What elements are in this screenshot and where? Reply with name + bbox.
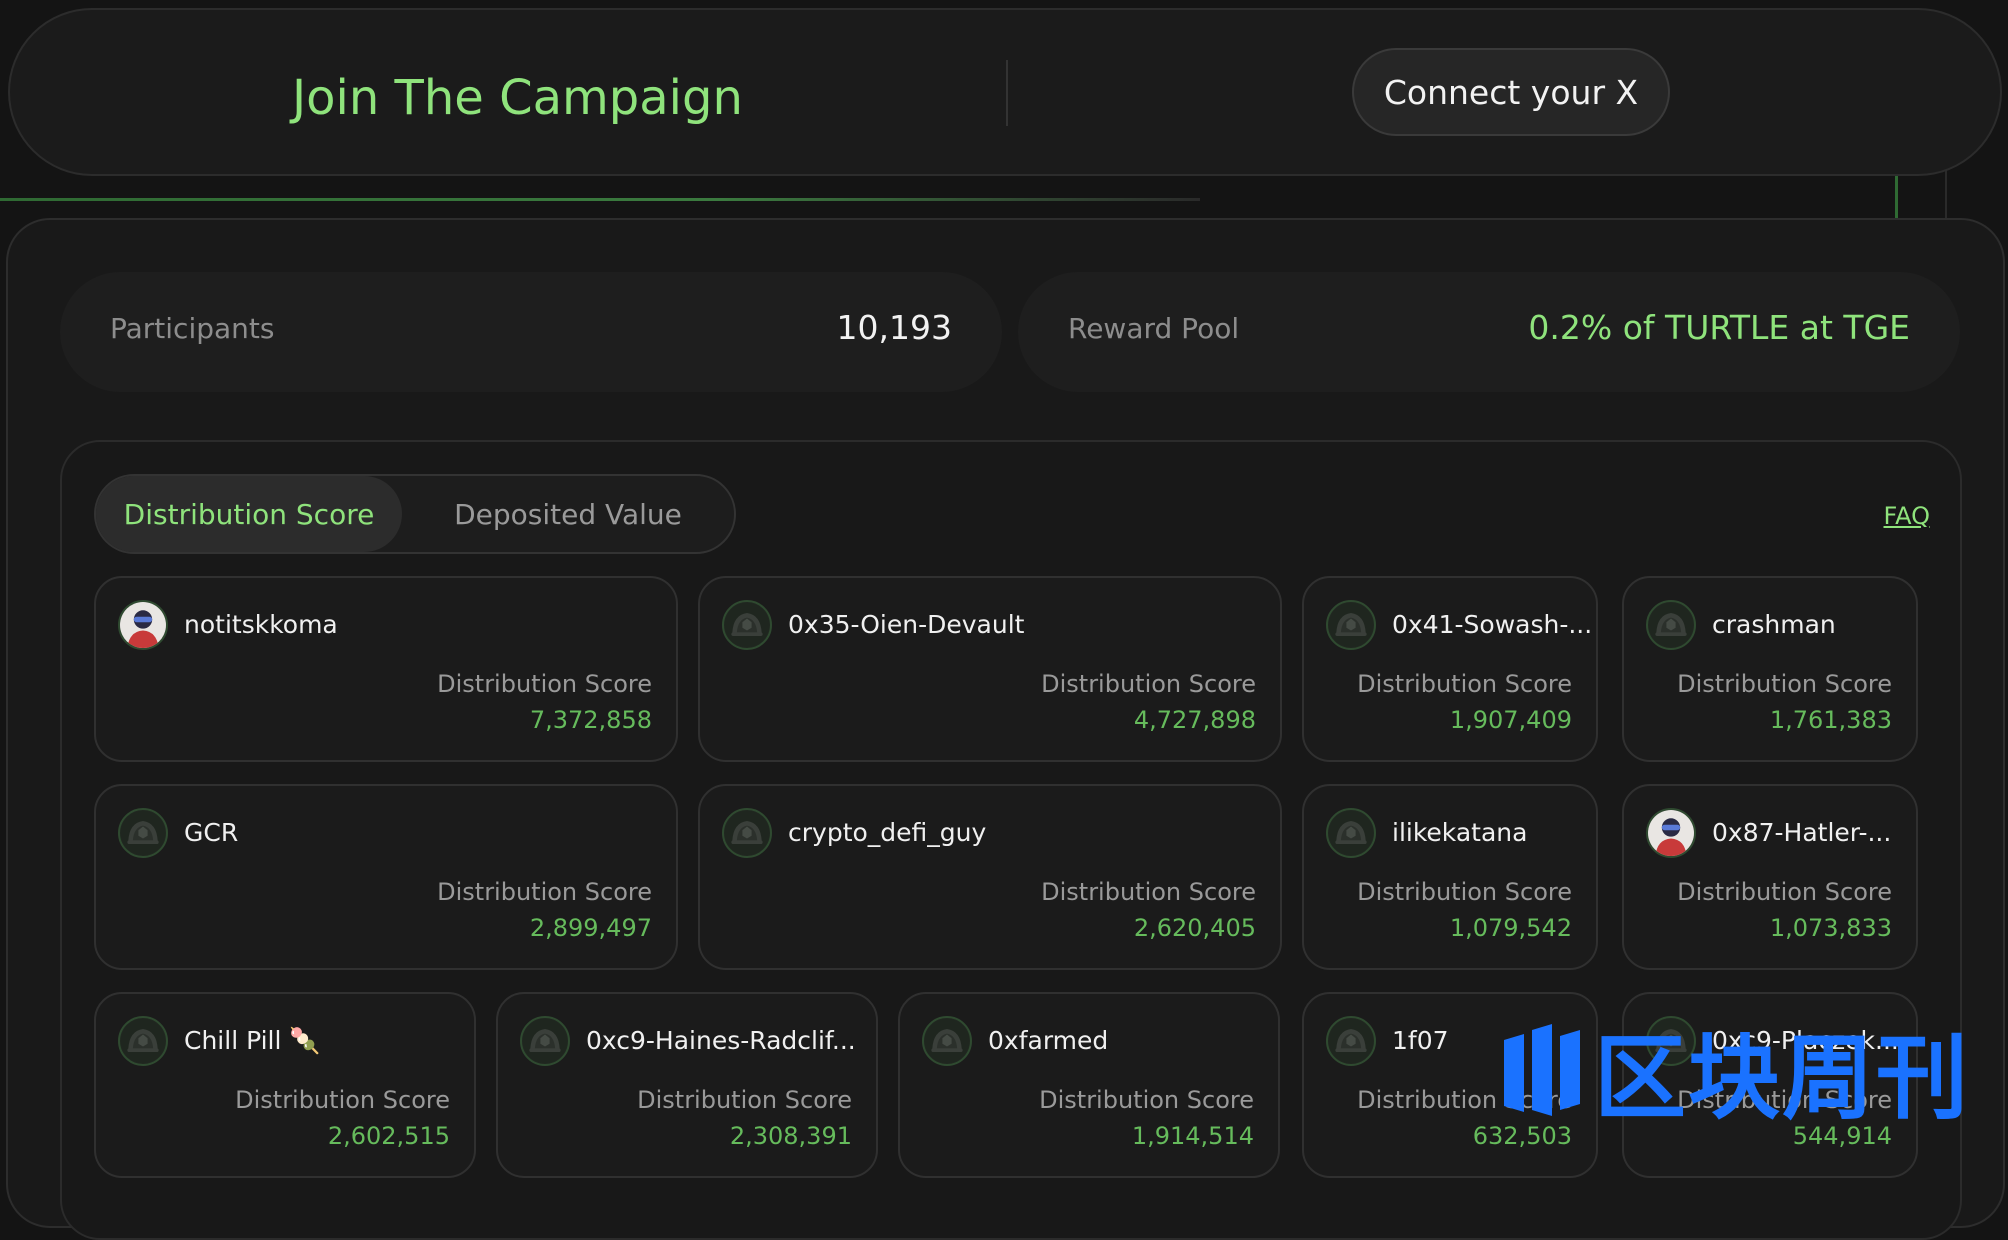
user-name: crashman [1712,610,1836,639]
score-label: Distribution Score [235,1086,450,1114]
score-label: Distribution Score [1041,878,1256,906]
leaderboard-card[interactable]: 0x87-Hatler-... Distribution Score 1,073,8… [1622,784,1918,970]
reward-pool-stat: Reward Pool 0.2% of TURTLE at TGE [1018,272,1960,392]
score-value: 2,899,497 [529,914,652,942]
user-name: ilikekatana [1392,818,1528,847]
page-title: Join The Campaign [292,70,743,126]
score-value: 1,914,514 [1131,1122,1254,1150]
score-label: Distribution Score [437,670,652,698]
turtle-avatar-icon [118,1016,168,1066]
leaderboard-tabs: Distribution Score Deposited Value [94,474,736,554]
score-value: 632,503 [1472,1122,1572,1150]
turtle-avatar-icon [520,1016,570,1066]
leaderboard-card[interactable]: ilikekatana Distribution Score 1,079,542 [1302,784,1598,970]
score-value: 1,761,383 [1769,706,1892,734]
turtle-avatar-icon [118,808,168,858]
turtle-avatar-icon [1646,600,1696,650]
user-name: 0x87-Hatler-... [1712,818,1892,847]
score-label: Distribution Score [637,1086,852,1114]
user-name: notitskkoma [184,610,338,639]
user-name: 1f07 [1392,1026,1449,1055]
reward-pool-value: 0.2% of TURTLE at TGE [1528,308,1910,347]
leaderboard-card[interactable]: Chill Pill 🍡 Distribution Score 2,602,515 [94,992,476,1178]
score-label: Distribution Score [1677,670,1892,698]
user-name: 0x41-Sowash-... [1392,610,1593,639]
leaderboard-card[interactable]: 0xfarmed Distribution Score 1,914,514 [898,992,1280,1178]
decorative-glow-line [0,198,1200,201]
leaderboard-card[interactable]: crashman Distribution Score 1,761,383 [1622,576,1918,762]
turtle-avatar-icon [1326,600,1376,650]
user-name: 0xc9-Haines-Radclif... [586,1026,856,1055]
user-photo-icon [118,600,168,650]
user-name: 0xfarmed [988,1026,1109,1055]
user-name: 0x35-Oien-Devault [788,610,1025,639]
score-value: 1,079,542 [1449,914,1572,942]
turtle-avatar-icon [1326,1016,1376,1066]
leaderboard-card[interactable]: 0x41-Sowash-... Distribution Score 1,907,4… [1302,576,1598,762]
watermark-text: 区块周刊 [1594,1024,1971,1132]
tab-distribution-score[interactable]: Distribution Score [96,476,402,552]
user-name: crypto_defi_guy [788,818,987,847]
score-value: 2,308,391 [729,1122,852,1150]
score-label: Distribution Score [1357,670,1572,698]
tab-deposited-value[interactable]: Deposited Value [402,476,734,552]
participants-stat: Participants 10,193 [60,272,1002,392]
leaderboard-card[interactable]: crypto_defi_guy Distribution Score 2,620,4… [698,784,1282,970]
connect-x-button[interactable]: Connect your X [1352,48,1670,136]
watermark: 区块周刊 [1500,1020,1970,1132]
score-value: 7,372,858 [529,706,652,734]
participants-value: 10,193 [836,308,952,347]
score-value: 4,727,898 [1133,706,1256,734]
user-name: Chill Pill 🍡 [184,1026,321,1055]
score-label: Distribution Score [1041,670,1256,698]
score-value: 2,602,515 [327,1122,450,1150]
header-divider [1006,60,1008,126]
turtle-avatar-icon [722,600,772,650]
leaderboard-card[interactable]: 0x35-Oien-Devault Distribution Score 4,727… [698,576,1282,762]
leaderboard-card[interactable]: GCR Distribution Score 2,899,497 [94,784,678,970]
turtle-avatar-icon [922,1016,972,1066]
score-value: 1,907,409 [1449,706,1572,734]
turtle-avatar-icon [722,808,772,858]
reward-pool-label: Reward Pool [1068,312,1240,345]
campaign-header: Join The Campaign Connect your X [8,8,2002,176]
score-label: Distribution Score [1677,878,1892,906]
score-value: 2,620,405 [1133,914,1256,942]
user-name: GCR [184,818,239,847]
user-photo-icon [1646,808,1696,858]
score-value: 1,073,833 [1769,914,1892,942]
score-label: Distribution Score [1039,1086,1254,1114]
watermark-logo-icon [1504,1024,1580,1116]
score-label: Distribution Score [437,878,652,906]
participants-label: Participants [110,312,275,345]
score-label: Distribution Score [1357,878,1572,906]
turtle-avatar-icon [1326,808,1376,858]
faq-link[interactable]: FAQ [1884,502,1931,530]
leaderboard-card[interactable]: notitskkoma Distribution Score 7,372,858 [94,576,678,762]
leaderboard-card[interactable]: 0xc9-Haines-Radclif... Distribution Score… [496,992,878,1178]
